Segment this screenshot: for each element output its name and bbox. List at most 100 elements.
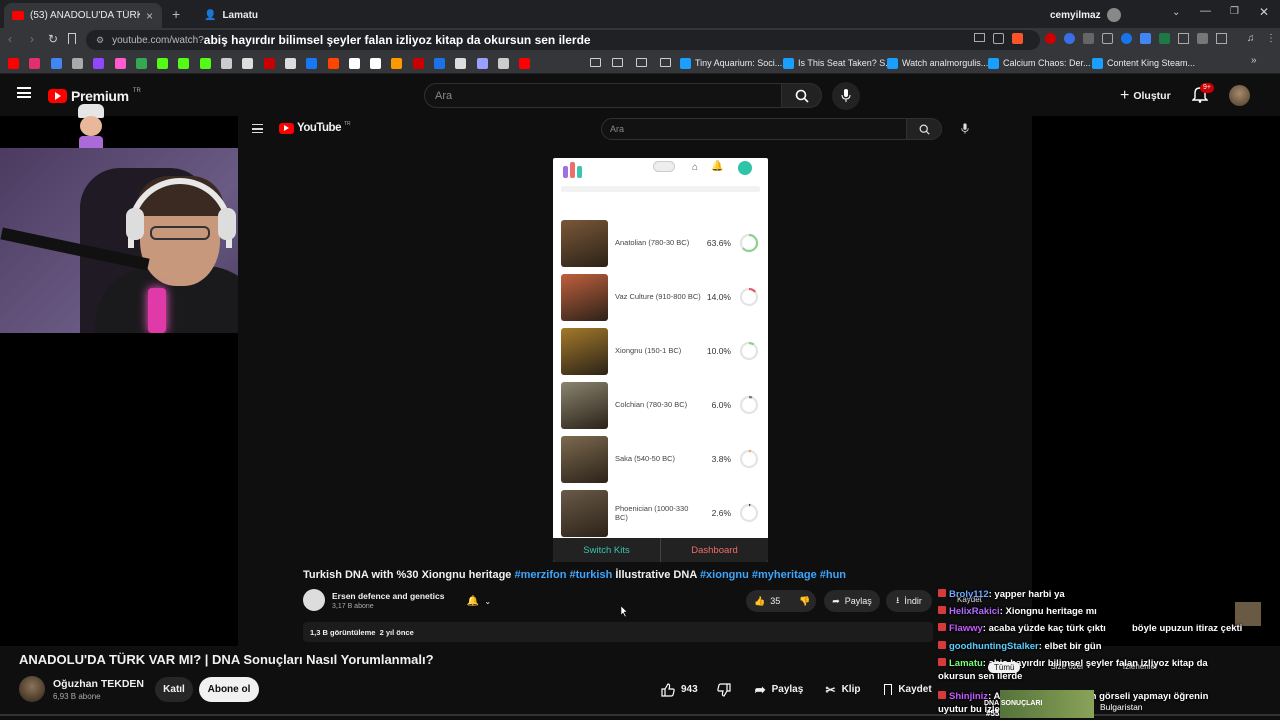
bookmark-favicon-icon[interactable]: [114, 58, 126, 69]
tab-lamatu[interactable]: 👤 Lamatu: [196, 3, 316, 28]
bookmark-favicon-icon[interactable]: [93, 58, 105, 69]
dislike-button[interactable]: [711, 677, 737, 702]
minimize-button[interactable]: —: [1200, 5, 1211, 17]
menu-dots-icon[interactable]: ⋮: [1266, 33, 1277, 44]
browser-tab-bar: (53) ANADOLU'DA TÜRK VAR MI... × + 👤 Lam…: [0, 0, 1280, 28]
dna-result-row: Anatolian (780-30 BC) 63.6%: [561, 218, 761, 268]
channel-name[interactable]: Oğuzhan TEKDEN: [53, 678, 144, 690]
bookmark-favicon-icon[interactable]: [221, 58, 232, 69]
brave-icon[interactable]: [1012, 33, 1023, 44]
share-icon[interactable]: [993, 33, 1004, 44]
reload-icon[interactable]: ↻: [48, 32, 58, 46]
bookmark-favicon-icon: [680, 57, 691, 69]
share-icon: ➦: [754, 681, 766, 697]
bookmark-favicon-icon[interactable]: [199, 58, 211, 69]
bookmark-item[interactable]: Is This Seat Taken? S...: [783, 55, 893, 71]
bookmark-favicon-icon[interactable]: [348, 58, 360, 69]
save-icon: [884, 684, 893, 695]
bookmark-favicon-icon[interactable]: [8, 58, 19, 69]
inner-channel-avatar: [303, 589, 325, 611]
sidebar-icon[interactable]: [1216, 33, 1227, 44]
join-button[interactable]: Katıl: [155, 677, 193, 702]
youtube-premium-logo[interactable]: Premium TR: [48, 88, 141, 104]
dashboard-tab: Dashboard: [661, 538, 768, 562]
percent-ring: [739, 503, 759, 523]
close-window-button[interactable]: ✕: [1259, 5, 1269, 19]
chat-badge-icon: [938, 606, 946, 614]
chat-message: HelixRakici: Xiongnu heritage mı: [938, 605, 1097, 618]
bookmark-icon[interactable]: [68, 33, 76, 44]
bookmark-favicon-icon[interactable]: [434, 58, 445, 69]
inner-title-text-2: İllustrative DNA: [615, 569, 697, 581]
media-icon[interactable]: ♫: [1247, 33, 1258, 44]
bookmark-folder-icon[interactable]: [660, 58, 671, 67]
voice-search-button[interactable]: [832, 82, 860, 110]
bookmark-favicon-icon[interactable]: [135, 58, 147, 69]
cast-icon[interactable]: [974, 33, 985, 42]
bookmark-favicon-icon[interactable]: [497, 58, 509, 69]
puzzle-icon[interactable]: [1197, 33, 1208, 44]
bookmark-item[interactable]: Calcium Chaos: Der...: [988, 55, 1091, 71]
bookmark-favicon-icon[interactable]: [242, 58, 254, 69]
bookmark-favicon-icon[interactable]: [263, 58, 275, 69]
bookmark-favicon-icon[interactable]: [306, 58, 318, 69]
bookmark-item[interactable]: Watch analmorgulis...: [887, 55, 988, 71]
like-button[interactable]: 943: [655, 677, 709, 702]
bookmark-folder-icon[interactable]: [636, 58, 647, 67]
notifications-button[interactable]: 9+: [1192, 83, 1214, 106]
bookmark-favicon-icon[interactable]: [476, 58, 488, 69]
bookmark-favicon-icon[interactable]: [178, 58, 190, 69]
clip-button[interactable]: ✂ Klip: [821, 677, 865, 702]
inner-notify-pill: 🔔 ⌄: [460, 590, 498, 612]
ext-globe-icon[interactable]: [1121, 33, 1132, 44]
maximize-button[interactable]: ❐: [1230, 6, 1239, 17]
notification-badge: 9+: [1200, 83, 1214, 93]
ext-blue-icon[interactable]: [1064, 33, 1075, 44]
bookmark-favicon-icon[interactable]: [370, 58, 382, 69]
subscribe-button[interactable]: Abone ol: [199, 677, 259, 702]
profile-chip[interactable]: cemyilmaz: [1050, 8, 1121, 22]
chat-badge-icon: [938, 641, 946, 649]
chat-text: böyle upuzun itiraz çekti: [1132, 623, 1243, 634]
create-button[interactable]: + Oluştur: [1120, 83, 1171, 108]
inner-channel-subs: 3,17 B abone: [332, 603, 374, 610]
new-tab-button[interactable]: +: [172, 6, 180, 22]
search-input[interactable]: Ara: [424, 83, 782, 108]
account-avatar[interactable]: [1229, 85, 1250, 106]
tab-close-icon[interactable]: ×: [146, 9, 153, 23]
bookmark-favicon-icon[interactable]: [327, 58, 339, 69]
bookmarks-overflow-icon[interactable]: »: [1251, 55, 1257, 66]
tab-search-icon[interactable]: ⌄: [1172, 7, 1180, 18]
ext-box-icon[interactable]: [1102, 33, 1113, 44]
bookmark-favicon-icon[interactable]: [391, 58, 403, 69]
address-bar[interactable]: ⚙ youtube.com/watch? abiş hayırdır bilim…: [86, 30, 1040, 50]
bookmark-favicon-icon[interactable]: [412, 58, 424, 69]
bookmark-item[interactable]: Tiny Aquarium: Soci...: [680, 55, 782, 71]
bookmark-favicon-icon[interactable]: [157, 58, 169, 69]
ext-multi-icon[interactable]: [1140, 33, 1151, 44]
bookmark-favicon-icon[interactable]: [29, 58, 41, 69]
ext-red-icon[interactable]: [1045, 33, 1056, 44]
bookmark-item[interactable]: Content King Steam...: [1092, 55, 1195, 71]
bookmark-favicon-icon[interactable]: [50, 58, 62, 69]
bookmark-folder-icon[interactable]: [612, 58, 623, 67]
back-icon[interactable]: ‹: [8, 32, 12, 46]
bookmark-favicon-icon[interactable]: [519, 58, 531, 69]
bookmark-folder-icon[interactable]: [590, 58, 601, 67]
bookmark-favicon-icon[interactable]: [284, 58, 296, 69]
share-button[interactable]: ➦ Paylaş: [749, 677, 809, 702]
ext-grey-icon[interactable]: [1083, 33, 1094, 44]
tab-active[interactable]: (53) ANADOLU'DA TÜRK VAR MI... ×: [4, 3, 162, 28]
population-percent: 14.0%: [706, 292, 731, 302]
bookmark-favicon-icon[interactable]: [455, 58, 467, 69]
bookmark-favicon-icon[interactable]: [71, 58, 83, 69]
youtube-favicon-icon: [12, 11, 24, 20]
channel-avatar[interactable]: [19, 676, 45, 702]
dna-result-row: Saka (540-50 BC) 3.8%: [561, 434, 761, 484]
search-button[interactable]: [782, 83, 822, 108]
inner-share-icon: ➦: [832, 595, 840, 606]
ext-dl-icon[interactable]: [1178, 33, 1189, 44]
save-button[interactable]: Kaydet: [879, 677, 937, 702]
forward-icon[interactable]: ›: [30, 32, 34, 46]
ext-excel-icon[interactable]: [1159, 33, 1170, 44]
